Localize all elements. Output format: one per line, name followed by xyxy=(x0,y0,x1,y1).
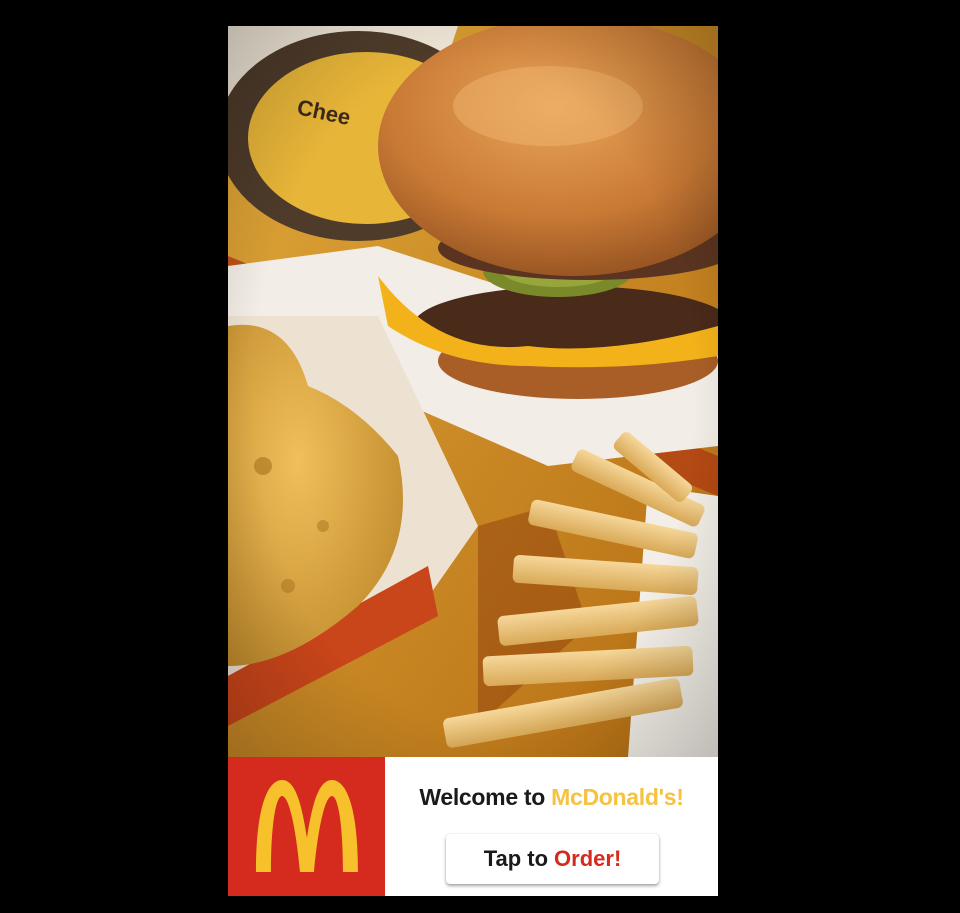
welcome-area: Welcome to McDonald's! Tap to Order! xyxy=(385,757,718,896)
brand-name: McDonald's! xyxy=(551,784,684,810)
welcome-heading: Welcome to McDonald's! xyxy=(385,784,718,811)
welcome-prefix: Welcome to xyxy=(419,784,546,810)
order-button-action: Order! xyxy=(554,846,622,871)
welcome-bar: Welcome to McDonald's! Tap to Order! xyxy=(228,757,718,896)
golden-arches-icon xyxy=(250,776,364,877)
order-button-prefix: Tap to xyxy=(483,846,549,871)
hero-food-image[interactable]: Chee xyxy=(228,26,718,757)
food-photo: Chee xyxy=(228,26,718,757)
tap-to-order-button[interactable]: Tap to Order! xyxy=(446,834,659,884)
logo-panel xyxy=(228,757,385,896)
kiosk-screen: Chee xyxy=(228,26,718,896)
